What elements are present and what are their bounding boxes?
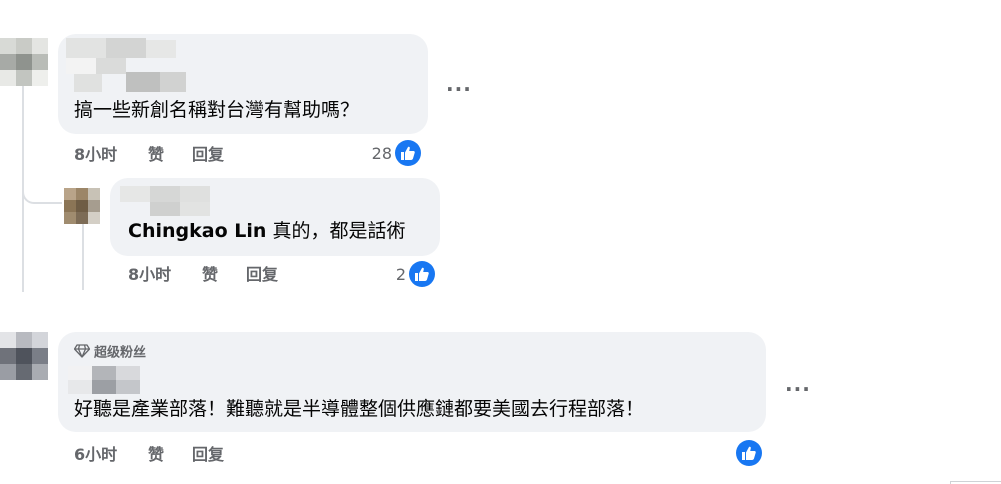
reply-button[interactable]: 回复 xyxy=(192,145,224,165)
avatar[interactable] xyxy=(0,332,48,380)
top-fan-badge[interactable]: 超级粉丝 xyxy=(73,344,147,363)
like-icon[interactable] xyxy=(409,261,435,287)
comment-bubble: Chingkao Lin 真的，都是話術 xyxy=(110,178,440,256)
avatar[interactable] xyxy=(0,38,48,86)
author-name[interactable] xyxy=(68,366,168,396)
comment-text: 好聽是產業部落！難聽就是半導體整個供應鏈都要美國去行程部落！ xyxy=(74,398,645,420)
like-icon[interactable] xyxy=(395,140,421,166)
avatar[interactable] xyxy=(64,188,100,224)
thread-line xyxy=(22,82,24,292)
reply-button[interactable]: 回复 xyxy=(192,445,224,465)
like-button[interactable]: 赞 xyxy=(148,445,164,465)
comment-body: 真的，都是話術 xyxy=(272,220,406,242)
more-options-button[interactable]: ... xyxy=(446,74,472,94)
reply-connector xyxy=(22,190,62,204)
reaction-count[interactable]: 2 xyxy=(366,264,406,286)
thread-line-reply xyxy=(82,224,84,290)
reply-button[interactable]: 回复 xyxy=(246,265,278,285)
timestamp[interactable]: 8小时 xyxy=(74,145,117,165)
comment-bubble: 搞一些新創名稱對台灣有幫助嗎？ xyxy=(58,34,428,134)
author-name[interactable] xyxy=(66,38,206,92)
comment-text: 搞一些新創名稱對台灣有幫助嗎？ xyxy=(74,99,360,121)
comment-bubble: 超级粉丝 好聽是產業部落！難聽就是半導體整個供應鏈都要美國去行程部落！ xyxy=(58,332,766,432)
divider xyxy=(950,481,1001,482)
timestamp[interactable]: 6小时 xyxy=(74,445,117,465)
mentioned-user-tag[interactable]: Chingkao Lin xyxy=(128,220,266,242)
reaction-count[interactable]: 28 xyxy=(352,143,392,165)
diamond-icon xyxy=(73,344,91,363)
like-button[interactable]: 赞 xyxy=(148,145,164,165)
more-options-button[interactable]: ... xyxy=(785,374,811,394)
like-icon[interactable] xyxy=(736,440,762,466)
badge-label: 超级粉丝 xyxy=(94,345,147,361)
author-name[interactable] xyxy=(120,186,220,216)
like-button[interactable]: 赞 xyxy=(202,265,218,285)
timestamp[interactable]: 8小时 xyxy=(128,265,171,285)
comment-text: Chingkao Lin 真的，都是話術 xyxy=(128,219,405,243)
